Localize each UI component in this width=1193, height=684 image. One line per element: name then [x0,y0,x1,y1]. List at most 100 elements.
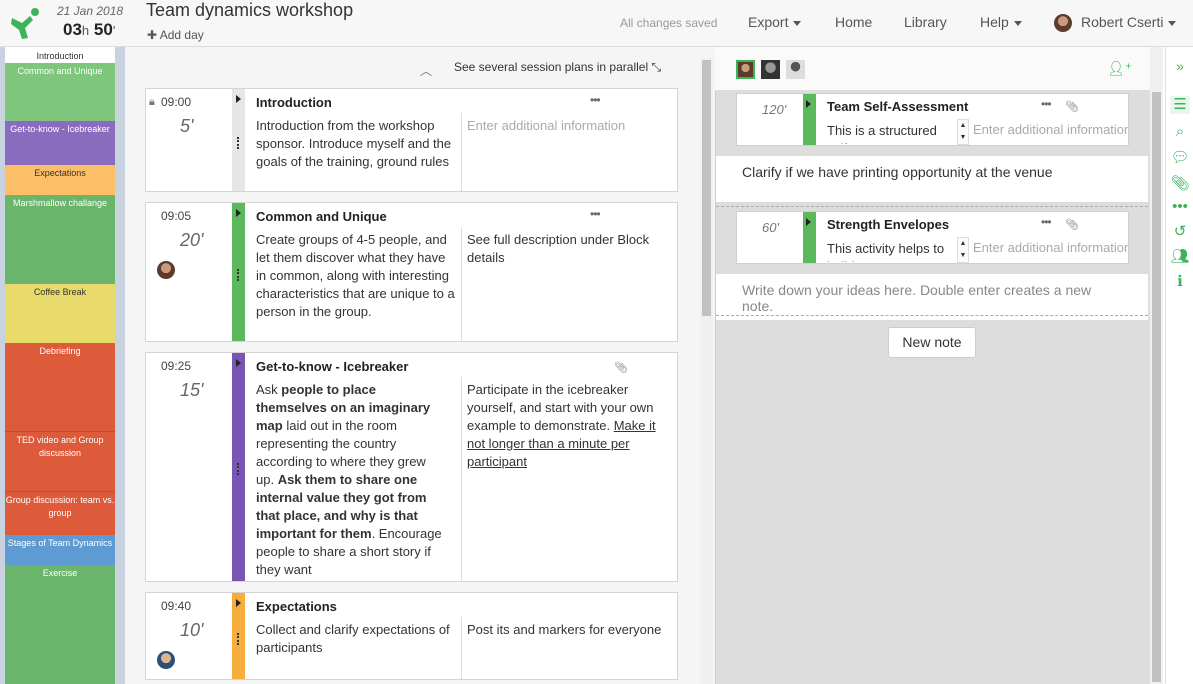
drag-handle-icon[interactable] [237,269,240,281]
parallel-plans-link[interactable]: See several session plans in parallel ⤡ [454,60,661,75]
block-start-time: 09:00 [161,95,192,109]
more-options-icon[interactable]: ••• [1041,215,1052,229]
block-duration: 60' [762,220,779,235]
user-avatar[interactable] [1054,14,1072,32]
agenda-block[interactable]: 09:25 15' Get-to-know - Icebreaker 📎︎ As… [145,352,678,582]
search-icon[interactable]: ⌕ [1170,123,1190,141]
library-link[interactable]: Library [904,14,947,30]
overview-segment[interactable]: Exercise [5,565,115,684]
block-additional-info[interactable]: Enter additional information [467,117,677,135]
collapse-arrows-icon: ⤡ [651,60,662,74]
caret-down-icon [793,20,802,26]
caret-down-icon [1168,20,1177,26]
block-description[interactable]: This is a structured self-assessment [827,122,952,144]
paperclip-icon[interactable]: 📎︎ [1065,218,1079,231]
history-icon[interactable]: ↺ [1170,223,1190,241]
block-title[interactable]: Strength Envelopes [827,217,949,232]
notes-view-icon[interactable]: ☰ [1170,96,1190,114]
team-icon[interactable]: 👥︎ [1170,248,1190,266]
add-day-button[interactable]: ✚ Add day [147,28,204,42]
comments-icon[interactable]: 💬︎ [1170,149,1190,167]
overview-segment[interactable]: TED video and Group discussion [5,431,115,491]
paperclip-icon[interactable]: 📎︎ [1065,100,1079,113]
block-duration[interactable]: 5' [180,116,193,137]
block-description[interactable]: Introduction from the workshop sponsor. … [256,117,456,171]
overview-segment[interactable]: Group discussion: team vs. group [5,491,115,535]
assignee-avatar[interactable] [157,651,175,669]
block-additional-info[interactable]: See full description under Block details [467,231,677,267]
agenda-block[interactable]: 09:05 20' Common and Unique ••• Create g… [145,202,678,342]
block-additional-info[interactable]: Enter additional information [973,122,1128,137]
note-text[interactable]: Write down your ideas here. Double enter… [716,274,1148,320]
info-icon[interactable]: ℹ [1170,273,1190,291]
save-status: All changes saved [620,16,718,30]
scroll-stepper[interactable]: ▲ ▼ [957,119,969,145]
app-logo-icon[interactable] [8,6,42,40]
collaborator-avatar[interactable] [736,60,755,79]
block-description[interactable]: Ask people to place themselves on an ima… [256,381,446,579]
center-scrollbar[interactable] [700,58,713,684]
block-duration[interactable]: 10' [180,620,203,641]
expand-arrow-icon[interactable] [236,95,241,103]
scroll-stepper[interactable]: ▲ ▼ [957,237,969,263]
overview-segment[interactable]: Get-to-know - Icebreaker [5,121,115,165]
expand-arrow-icon[interactable] [236,599,241,607]
block-duration[interactable]: 20' [180,230,203,251]
collaborator-avatar[interactable] [786,60,805,79]
block-start-time: 09:40 [161,599,192,613]
help-menu[interactable]: Help [980,14,1022,30]
overview-segment[interactable]: Coffee Break [5,284,115,343]
overview-segment[interactable]: Common and Unique [5,63,115,121]
notes-scrollbar[interactable] [1150,47,1163,684]
more-options-icon[interactable]: ••• [1041,97,1052,111]
overview-segment[interactable]: Stages of Team Dynamics [5,535,115,565]
notes-header [715,47,1163,91]
more-options-icon[interactable]: ••• [590,93,601,107]
expand-arrow-icon[interactable] [236,359,241,367]
attachments-icon[interactable]: 📎︎ [1170,175,1190,193]
block-title[interactable]: Expectations [256,599,337,614]
export-menu[interactable]: Export [748,14,802,30]
block-description[interactable]: Collect and clarify expectations of part… [256,621,456,657]
agenda-block[interactable]: 🔒︎ 09:00 5' Introduction ••• Introductio… [145,88,678,192]
note-block-card[interactable]: 60' Strength Envelopes ••• 📎︎ This activ… [736,211,1129,264]
expand-panel-icon[interactable]: » [1170,57,1190,75]
block-title[interactable]: Introduction [256,95,332,110]
block-start-time: 09:05 [161,209,192,223]
block-title[interactable]: Common and Unique [256,209,387,224]
assignee-avatar[interactable] [157,261,175,279]
add-user-icon[interactable]: 👤︎⁺ [1107,60,1132,77]
paperclip-icon[interactable]: 📎︎ [614,361,628,374]
overview-segment[interactable]: Expectations [5,165,115,195]
agenda-block[interactable]: 09:40 10' Expectations Collect and clari… [145,592,678,680]
session-duration: 03h 50' [63,20,116,39]
more-options-icon[interactable]: ••• [590,207,601,221]
chevron-up-icon[interactable]: ︿ [420,62,432,79]
overview-segment[interactable]: Debriefing [5,343,115,431]
user-menu[interactable]: Robert Cserti [1081,14,1177,30]
home-link[interactable]: Home [835,14,872,30]
note-text[interactable]: Clarify if we have printing opportunity … [716,156,1148,202]
more-tools-icon[interactable]: ••• [1170,198,1190,216]
overview-segment[interactable]: Introduction [5,48,115,63]
block-title[interactable]: Get-to-know - Icebreaker [256,359,408,374]
block-duration[interactable]: 15' [180,380,203,401]
block-additional-info[interactable]: Participate in the icebreaker yourself, … [467,381,677,471]
block-title[interactable]: Team Self-Assessment [827,99,968,114]
expand-arrow-icon[interactable] [806,218,811,226]
block-description[interactable]: Create groups of 4-5 people, and let the… [256,231,456,321]
block-description[interactable]: This activity helps to build trust [827,240,952,262]
block-additional-info[interactable]: Enter additional information [973,240,1128,255]
expand-arrow-icon[interactable] [236,209,241,217]
expand-arrow-icon[interactable] [806,100,811,108]
page-title[interactable]: Team dynamics workshop [146,0,353,21]
drag-handle-icon[interactable] [237,633,240,645]
block-additional-info[interactable]: Post its and markers for everyone [467,621,677,639]
drag-handle-icon[interactable] [237,137,240,149]
block-duration: 120' [762,102,787,117]
drag-handle-icon[interactable] [237,463,240,475]
overview-segment[interactable]: Marshmallow challange [5,195,115,284]
collaborator-avatar[interactable] [761,60,780,79]
new-note-button[interactable]: New note [888,327,976,358]
note-block-card[interactable]: 120' Team Self-Assessment ••• 📎︎ This is… [736,93,1129,146]
